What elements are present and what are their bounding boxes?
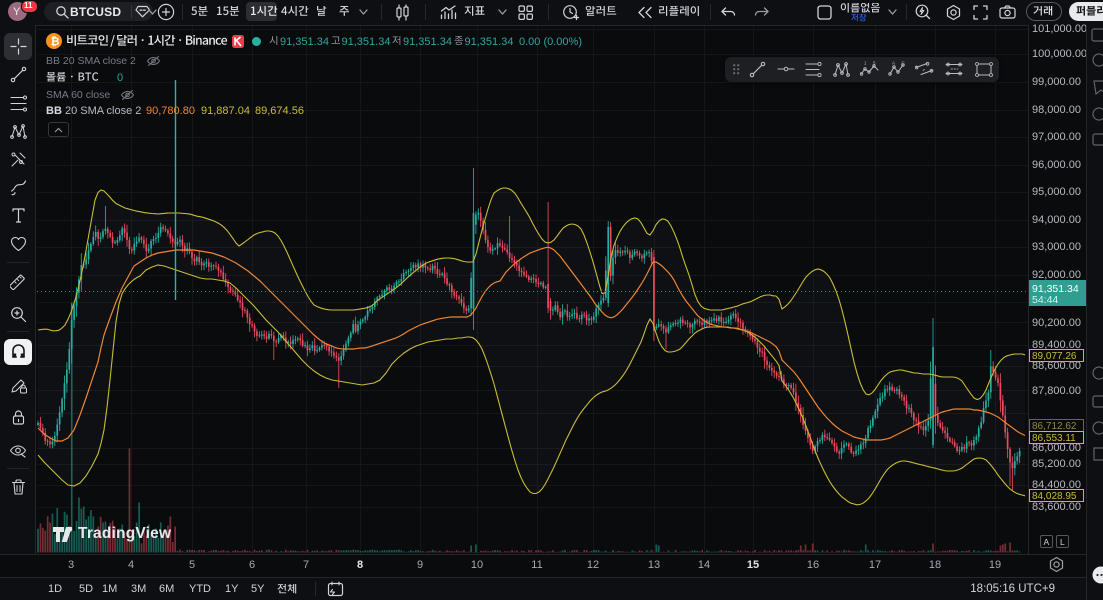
- svg-text:5: 5: [873, 61, 876, 66]
- svg-text:1: 1: [864, 61, 867, 66]
- svg-text:A: A: [892, 61, 895, 66]
- svg-text:C: C: [902, 61, 906, 66]
